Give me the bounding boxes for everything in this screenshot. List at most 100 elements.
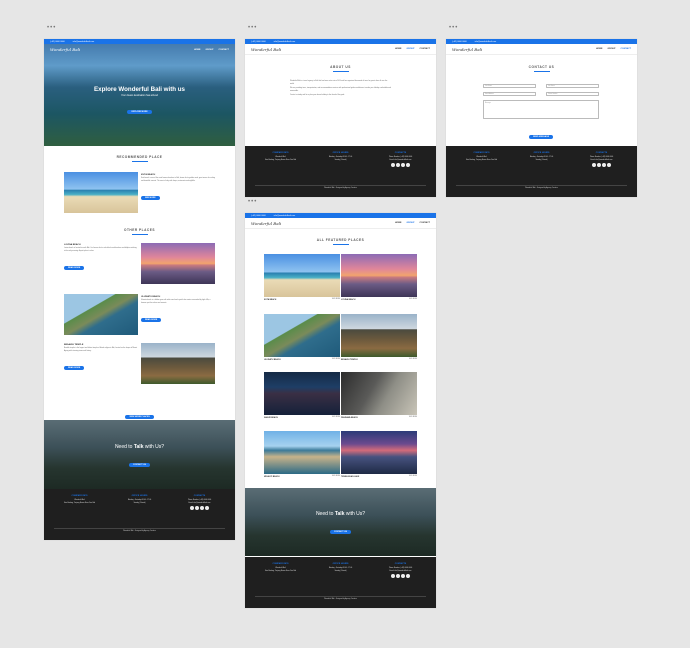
email-field[interactable]: Email Address: [483, 92, 536, 96]
view-more-link[interactable]: VIEW MORE: [332, 299, 340, 300]
place-description: Besakih temple is the largest and holies…: [64, 348, 138, 352]
nav-contact[interactable]: CONTACT: [419, 222, 430, 224]
about-paragraph: We are providing tours, transportation, …: [290, 88, 391, 92]
footer-text: Sunday (Closed): [334, 159, 347, 161]
place-card[interactable]: PANDAWA BEACH VIEW MORE: [341, 372, 417, 419]
view-more-link[interactable]: VIEW MORE: [332, 359, 340, 360]
place-image: [264, 254, 340, 297]
footer-text: Email: info@wonderfulbali.com: [389, 570, 412, 572]
place-card[interactable]: SANUR BEACH VIEW MORE: [264, 372, 340, 419]
view-more-link[interactable]: VIEW MORE: [409, 476, 417, 477]
nav-contact[interactable]: CONTACT: [419, 48, 430, 50]
view-more-link[interactable]: VIEW MORE: [409, 299, 417, 300]
footer: COMPANY INFO Wonderful Bali Kuta Badung,…: [446, 146, 637, 197]
navbar: Wonderful Bali HOME GROUP CONTACT: [44, 44, 235, 55]
nav-contact[interactable]: CONTACT: [620, 48, 631, 50]
instagram-icon[interactable]: [596, 163, 601, 168]
footer-heading: CONTACTS: [193, 495, 206, 497]
footer-text: Sunday (Closed): [133, 502, 146, 504]
place-card[interactable]: LOVINA BEACH VIEW MORE: [341, 254, 417, 301]
featured-page: (+62) 0000 0000 info@wonderfulbali.com W…: [245, 213, 436, 608]
logo[interactable]: Wonderful Bali: [251, 221, 281, 226]
title-underline: [131, 233, 148, 235]
contact-us-button[interactable]: CONTACT US: [129, 463, 150, 467]
place-card[interactable]: BESAKIH TEMPLE VIEW MORE: [341, 314, 417, 361]
facebook-icon[interactable]: [390, 163, 395, 168]
place-card[interactable]: MELASTI BEACH VIEW MORE: [264, 431, 340, 478]
about-page: (+62) 0000 0000 info@wonderfulbali.com W…: [245, 39, 436, 197]
view-more-link[interactable]: VIEW MORE: [332, 476, 340, 477]
instagram-icon[interactable]: [194, 506, 199, 511]
footer-heading: OFFICE HOURS: [332, 563, 349, 565]
facebook-icon[interactable]: [390, 574, 395, 579]
section-title: RECOMMENDED PLACE: [116, 155, 163, 159]
view-more-button[interactable]: VIEW MORE PLACES: [125, 415, 154, 419]
nav-group[interactable]: GROUP: [406, 48, 414, 50]
view-more-link[interactable]: VIEW MORE: [409, 359, 417, 360]
nav-group[interactable]: GROUP: [607, 48, 615, 50]
place-card[interactable]: ULUWATU BEACH VIEW MORE: [264, 314, 340, 361]
nav-group[interactable]: GROUP: [205, 49, 213, 51]
place-card[interactable]: TEMBLINGAN LAKE VIEW MORE: [341, 431, 417, 478]
logo[interactable]: Wonderful Bali: [50, 47, 80, 52]
hero-title: Explore Wonderful Bali with us: [94, 86, 185, 93]
twitter-icon[interactable]: [602, 163, 607, 168]
instagram-icon[interactable]: [395, 163, 400, 168]
first-name-field[interactable]: First Name: [483, 84, 536, 88]
talk-title: Need to: [315, 511, 335, 517]
logo[interactable]: Wonderful Bali: [251, 47, 281, 52]
facebook-icon[interactable]: [189, 506, 194, 511]
place-image: [341, 431, 417, 474]
see-more-button[interactable]: SEE MORE: [141, 196, 160, 200]
nav-home[interactable]: HOME: [395, 222, 402, 224]
contact-form: First Name Last Name Email Address Phone…: [483, 84, 599, 142]
footer-text: Email: info@wonderfulbali.com: [590, 159, 613, 161]
twitter-icon[interactable]: [401, 574, 406, 579]
send-button[interactable]: SEND MESSAGE: [528, 135, 554, 139]
contact-us-button[interactable]: CONTACT US: [330, 530, 351, 534]
talk-title: Need to: [114, 444, 134, 450]
view-more-link[interactable]: VIEW MORE: [332, 417, 340, 418]
place-description: Lovina beach is located in north Bali. I…: [64, 248, 137, 252]
footer-heading: OFFICE HOURS: [533, 152, 550, 154]
read-more-button[interactable]: READ MORE: [141, 318, 162, 322]
logo[interactable]: Wonderful Bali: [452, 47, 482, 52]
nav-home[interactable]: HOME: [596, 48, 603, 50]
nav-group[interactable]: GROUP: [406, 222, 414, 224]
last-name-field[interactable]: Last Name: [546, 84, 599, 88]
whatsapp-icon[interactable]: [205, 506, 210, 511]
footer-heading: COMPANY INFO: [272, 563, 289, 565]
navbar: Wonderful Bali HOME GROUP CONTACT: [446, 44, 637, 55]
facebook-icon[interactable]: [591, 163, 596, 168]
place-name: KUTA BEACH: [264, 298, 277, 301]
twitter-icon[interactable]: [401, 163, 406, 168]
nav-contact[interactable]: CONTACT: [218, 49, 229, 51]
contact-page: (+62) 0000 0000 info@wonderfulbali.com W…: [446, 39, 637, 197]
place-name: BESAKIH TEMPLE: [64, 344, 84, 346]
read-more-button[interactable]: READ MORE: [64, 266, 85, 270]
phone-text: (+62) 0000 0000: [251, 214, 266, 217]
place-card[interactable]: KUTA BEACH VIEW MORE: [264, 254, 340, 301]
page-marker: •••: [449, 25, 459, 31]
whatsapp-icon[interactable]: [406, 163, 411, 168]
footer-heading: OFFICE HOURS: [131, 495, 148, 497]
view-more-link[interactable]: VIEW MORE: [409, 417, 417, 418]
whatsapp-icon[interactable]: [406, 574, 411, 579]
explore-button[interactable]: EXPLORE MORE: [127, 110, 152, 114]
nav-home[interactable]: HOME: [194, 49, 201, 51]
lovina-image: [141, 243, 215, 284]
email-text: info@wonderfulbali.com: [72, 40, 95, 43]
nav-home[interactable]: HOME: [395, 48, 402, 50]
read-more-button[interactable]: READ MORE: [64, 366, 85, 370]
footer-text: Kuta Badung, Tanjung Benoa Nusa Dua Bali: [63, 502, 96, 504]
home-page: (+62) 0000 0000 info@wonderfulbali.com W…: [44, 39, 235, 540]
instagram-icon[interactable]: [395, 574, 400, 579]
twitter-icon[interactable]: [200, 506, 205, 511]
footer: COMPANY INFO Wonderful Bali Kuta Badung,…: [245, 557, 436, 608]
footer-heading: CONTACTS: [394, 563, 407, 565]
place-image: [341, 254, 417, 297]
whatsapp-icon[interactable]: [607, 163, 612, 168]
phone-field[interactable]: Phone Number: [546, 92, 599, 96]
message-field[interactable]: Message: [483, 100, 599, 119]
footer-heading: OFFICE HOURS: [332, 152, 349, 154]
